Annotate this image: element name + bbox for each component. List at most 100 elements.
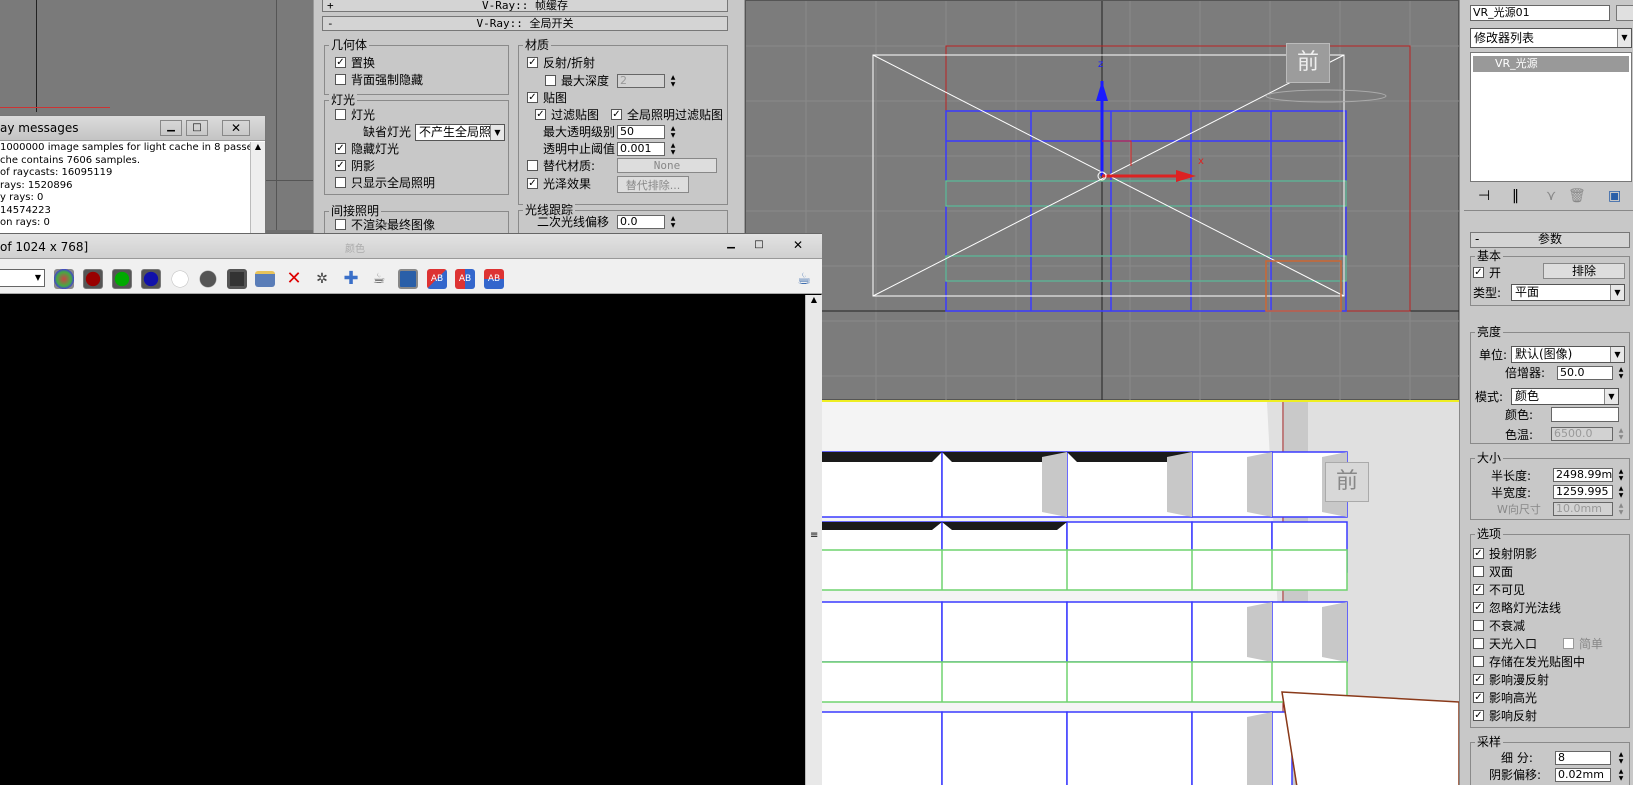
- skylight-portal-checkbox[interactable]: [1473, 638, 1484, 649]
- compare-ab-icon[interactable]: AB: [427, 269, 447, 289]
- type-dropdown[interactable]: 平面 ▼: [1511, 284, 1625, 301]
- stack-item-vr-light[interactable]: VR_光源: [1473, 56, 1629, 72]
- reflect-refract-checkbox[interactable]: ✓: [527, 57, 538, 68]
- no-decay-checkbox[interactable]: [1473, 620, 1484, 631]
- max-depth-spinner[interactable]: ▲ ▼: [669, 74, 677, 88]
- multiplier-spinner[interactable]: ▲ ▼: [1617, 366, 1625, 380]
- configure-sets-icon[interactable]: ▣: [1608, 188, 1621, 204]
- shadow-bias-input[interactable]: 0.02mm: [1555, 768, 1611, 782]
- transp-cutoff-spinner[interactable]: ▲ ▼: [669, 142, 677, 156]
- alpha-channel-icon[interactable]: [170, 269, 190, 289]
- object-color-swatch[interactable]: [1616, 5, 1633, 21]
- invisible-checkbox[interactable]: ✓: [1473, 584, 1484, 595]
- rollout-global-switches[interactable]: - V-Ray:: 全局开关: [322, 16, 728, 31]
- mode-dropdown[interactable]: 颜色 ▼: [1511, 388, 1619, 405]
- default-lights-dropdown[interactable]: 不产生全局照 ▼: [415, 124, 505, 141]
- framebuffer-canvas[interactable]: [0, 295, 805, 785]
- teapot-icon[interactable]: ☕: [794, 269, 814, 289]
- messages-scrollbar[interactable]: ▲: [250, 142, 265, 241]
- store-irradiance-checkbox[interactable]: [1473, 656, 1484, 667]
- close-button[interactable]: ✕: [786, 238, 810, 254]
- show-gi-only-checkbox[interactable]: [335, 177, 346, 188]
- channel-dropdown[interactable]: ▼: [0, 269, 45, 287]
- modifier-list-dropdown[interactable]: 修改器列表 ▼: [1470, 28, 1632, 48]
- affect-diffuse-checkbox[interactable]: ✓: [1473, 674, 1484, 685]
- filter-maps-checkbox[interactable]: ✓: [535, 109, 546, 120]
- save-icon[interactable]: [227, 269, 247, 289]
- affect-reflections-checkbox[interactable]: ✓: [1473, 710, 1484, 721]
- blue-channel-icon[interactable]: [141, 269, 161, 289]
- display-correction-icon[interactable]: [398, 269, 418, 289]
- multiplier-input[interactable]: 50.0: [1557, 366, 1613, 380]
- max-transp-spinner[interactable]: ▲ ▼: [669, 125, 677, 139]
- w-size-input[interactable]: 10.0mm: [1553, 502, 1613, 516]
- half-width-input[interactable]: 1259.995: [1553, 485, 1613, 499]
- messages-titlebar[interactable]: ay messages ▁ □ ✕: [0, 116, 265, 141]
- exclude-button[interactable]: 排除: [1543, 263, 1625, 279]
- shadows-checkbox[interactable]: ✓: [335, 160, 346, 171]
- half-length-input[interactable]: 2498.99m: [1553, 468, 1613, 482]
- glossy-checkbox[interactable]: ✓: [527, 178, 538, 189]
- compare-ab-vertical-icon[interactable]: AB: [484, 269, 504, 289]
- color-swatch[interactable]: [1551, 407, 1619, 422]
- maximize-button[interactable]: □: [748, 238, 770, 254]
- mono-channel-icon[interactable]: [198, 269, 218, 289]
- force-backface-checkbox[interactable]: [335, 74, 346, 85]
- close-button[interactable]: ✕: [222, 120, 250, 136]
- maximize-button[interactable]: □: [186, 120, 208, 136]
- parameters-rollout[interactable]: - 参数: [1470, 232, 1630, 248]
- transp-cutoff-input[interactable]: 0.001: [617, 142, 665, 156]
- region-render-icon[interactable]: ✚: [341, 269, 361, 289]
- units-dropdown[interactable]: 默认(图像) ▼: [1511, 346, 1625, 363]
- green-channel-icon[interactable]: [112, 269, 132, 289]
- minimize-button[interactable]: ▁: [720, 238, 742, 254]
- subdivs-spinner[interactable]: ▲ ▼: [1617, 751, 1625, 765]
- shadow-bias-spinner[interactable]: ▲ ▼: [1617, 768, 1625, 782]
- track-mouse-icon[interactable]: ✲: [312, 269, 332, 289]
- minimize-button[interactable]: ▁: [160, 120, 182, 136]
- gi-filter-maps-checkbox[interactable]: ✓: [611, 109, 622, 120]
- render-teapot-icon[interactable]: ☕: [369, 269, 389, 289]
- compare-ab-horizontal-icon[interactable]: AB: [455, 269, 475, 289]
- secondary-bias-spinner[interactable]: ▲ ▼: [669, 215, 677, 229]
- perspective-viewport[interactable]: 前: [817, 400, 1459, 785]
- simple-checkbox[interactable]: [1563, 638, 1574, 649]
- cast-shadows-checkbox[interactable]: ✓: [1473, 548, 1484, 559]
- open-folder-icon[interactable]: [255, 271, 275, 287]
- max-depth-checkbox[interactable]: [545, 75, 556, 86]
- rgb-channel-icon[interactable]: [54, 269, 74, 289]
- temperature-input[interactable]: 6500.0: [1551, 427, 1613, 441]
- hidden-lights-checkbox[interactable]: ✓: [335, 143, 346, 154]
- double-sided-checkbox[interactable]: [1473, 566, 1484, 577]
- half-length-spinner[interactable]: ▲ ▼: [1617, 468, 1625, 482]
- maps-checkbox[interactable]: ✓: [527, 92, 538, 103]
- max-depth-input[interactable]: 2: [617, 74, 665, 88]
- secondary-bias-input[interactable]: 0.0: [617, 215, 665, 229]
- show-end-result-icon[interactable]: ‖: [1512, 188, 1519, 204]
- ignore-normals-checkbox[interactable]: ✓: [1473, 602, 1484, 613]
- override-mtl-button[interactable]: None: [617, 158, 717, 173]
- w-size-spinner[interactable]: ▲ ▼: [1617, 502, 1625, 516]
- clear-icon[interactable]: ✕: [284, 269, 304, 289]
- viewcube-front[interactable]: 前: [1286, 43, 1330, 83]
- remove-modifier-icon[interactable]: 🗑: [1568, 188, 1586, 204]
- affect-specular-checkbox[interactable]: ✓: [1473, 692, 1484, 703]
- object-name-field[interactable]: VR_光源01: [1470, 5, 1610, 21]
- dont-render-final-checkbox[interactable]: [335, 219, 346, 230]
- override-mtl-checkbox[interactable]: [527, 160, 538, 171]
- modifier-stack[interactable]: VR_光源: [1470, 52, 1632, 182]
- viewcube-front-bottom[interactable]: 前: [1325, 462, 1369, 502]
- lights-checkbox[interactable]: [335, 109, 346, 120]
- red-channel-icon[interactable]: [83, 269, 103, 289]
- front-viewport-top[interactable]: z x 前: [745, 0, 1460, 401]
- half-width-spinner[interactable]: ▲ ▼: [1617, 485, 1625, 499]
- on-checkbox[interactable]: ✓: [1473, 267, 1484, 278]
- override-exclude-button[interactable]: 替代排除...: [617, 176, 689, 193]
- displacement-checkbox[interactable]: ✓: [335, 57, 346, 68]
- rollout-frame-buffer[interactable]: + V-Ray:: 帧缓存: [322, 0, 728, 12]
- subdivs-input[interactable]: 8: [1555, 751, 1611, 765]
- max-transp-input[interactable]: 50: [617, 125, 665, 139]
- vertical-scrollbar[interactable]: ▲ ≡: [805, 295, 822, 785]
- temperature-spinner[interactable]: ▲ ▼: [1617, 427, 1625, 441]
- messages-log[interactable]: 1000000 image samples for light cache in…: [0, 142, 250, 241]
